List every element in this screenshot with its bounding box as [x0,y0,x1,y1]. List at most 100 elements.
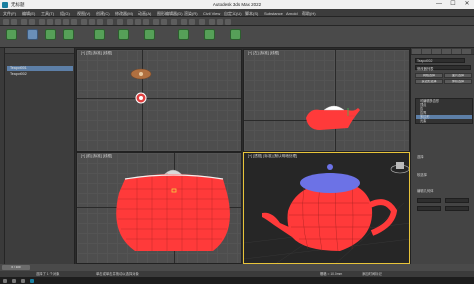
vertex-mode-icon[interactable] [27,29,38,40]
edit-poly-icon[interactable] [6,29,17,40]
setting-field[interactable] [417,198,441,203]
motion-tab[interactable] [442,49,451,54]
viewport-front[interactable]: [+] [前] [标准] [线框] [76,152,242,264]
teapot-perspective-view[interactable] [244,153,410,264]
setting-field[interactable] [417,206,441,211]
selection-status: 选择了 1 个对象 [36,272,60,276]
modify-tab[interactable] [422,49,431,54]
pivot-center-icon[interactable] [117,18,123,25]
menu-tools[interactable]: 工具(T) [41,11,54,17]
menu-civil-view[interactable]: Civil View [203,11,220,16]
menu-bar: 文件(F) 编辑(E) 工具(T) 组(G) 视图(V) 创建(C) 修改器(M… [0,9,474,17]
menu-group[interactable]: 组(G) [60,11,70,17]
menu-modifiers[interactable]: 修改器(M) [115,11,133,17]
layer-explorer-icon[interactable] [171,18,177,25]
modifier-stack: 可编辑多边形 顶点 边 边界 多边形 元素 [415,98,473,124]
redo-icon[interactable] [11,18,17,25]
display-tab[interactable] [452,49,461,54]
move-icon[interactable] [81,18,87,25]
menu-file[interactable]: 文件(F) [3,11,16,17]
menu-help[interactable]: 帮助(H) [302,11,316,17]
render-setup-icon[interactable] [209,18,215,25]
menu-substance[interactable]: Substance [264,11,283,16]
link-icon[interactable] [21,18,27,25]
element-mode-icon[interactable] [118,29,129,40]
menu-arnold[interactable]: Arnold [286,11,298,16]
menu-views[interactable]: 视图(V) [77,11,90,17]
material-editor-icon[interactable] [199,18,205,25]
menu-animation[interactable]: 动画(A) [138,11,151,17]
undo-icon[interactable] [3,18,9,25]
menu-scripting[interactable]: 脚本(S) [245,11,258,17]
percent-snap-icon[interactable] [143,18,149,25]
viewcube-icon[interactable] [390,159,410,175]
object-name: Teapot002 [417,59,433,63]
reference-coordinate-dropdown[interactable] [107,18,113,25]
setting-field[interactable] [445,206,469,211]
border-mode-icon[interactable] [63,29,74,40]
viewport-perspective[interactable]: [+] [透视] [标准] [默认明暗处理] [243,152,410,264]
modifier-list-label: 修改器列表 [417,67,434,71]
rectangle-selection-icon[interactable] [63,18,69,25]
viewport-left[interactable]: [+] [左] [标准] [线框] [243,49,410,152]
minimize-button[interactable]: — [432,0,446,9]
create-tab[interactable] [412,49,421,54]
3dsmax-taskbar-icon[interactable] [30,278,34,283]
scene-item-teapot002[interactable]: Teapot002 [7,72,73,77]
render-frame-icon[interactable] [217,18,223,25]
menu-rendering[interactable]: 渲染(R) [184,11,198,17]
rollout-selection[interactable]: 选择 [417,154,424,159]
scale-icon[interactable] [97,18,103,25]
window-crossing-icon[interactable] [71,18,77,25]
mesh-select-button[interactable]: 网格选择 [415,73,443,78]
edge-mode-icon[interactable] [45,29,56,40]
teapot-front-view[interactable] [77,153,242,264]
start-icon[interactable] [3,278,7,283]
hierarchy-tab[interactable] [432,49,441,54]
setting-field[interactable] [445,198,469,203]
select-by-name-icon[interactable] [55,18,61,25]
search-icon[interactable] [12,278,16,283]
rollout-soft-selection[interactable]: 软选择 [417,172,427,177]
align-icon[interactable] [161,18,167,25]
stack-item[interactable]: 元素 [416,119,472,123]
add-time-tag[interactable]: 添加时间标记 [362,271,382,276]
teapot-top-view[interactable] [77,50,242,152]
window-title: Autodesk 3ds Max 2022 [212,2,262,7]
menu-customize[interactable]: 自定义(U) [224,11,242,17]
taskbar [0,277,474,284]
selection-filter-dropdown[interactable] [39,18,45,25]
render-icon[interactable] [225,18,231,25]
snap-toggle-icon[interactable] [127,18,133,25]
bevel-icon[interactable] [178,29,189,40]
teapot-left-view[interactable] [244,50,410,152]
menu-create[interactable]: 创建(C) [96,11,110,17]
time-slider[interactable]: 0 / 100 [2,265,30,270]
command-panel-tabs [411,48,474,55]
poly-select-button[interactable]: 多边形选择 [415,79,443,84]
utilities-tab[interactable] [462,49,471,54]
angle-snap-icon[interactable] [135,18,141,25]
extrude-icon[interactable] [144,29,155,40]
task-view-icon[interactable] [21,278,25,283]
rollout-edit-geometry[interactable]: 编辑几何体 [417,188,433,193]
close-button[interactable]: ✕ [460,0,474,9]
unlink-icon[interactable] [29,18,35,25]
schematic-view-icon[interactable] [189,18,195,25]
menu-edit[interactable]: 编辑(E) [22,11,35,17]
patch-select-button[interactable]: 面片选择 [444,73,472,78]
inset-icon[interactable] [204,29,215,40]
curve-editor-icon[interactable] [181,18,187,25]
rotate-icon[interactable] [89,18,95,25]
mirror-icon[interactable] [153,18,159,25]
polygon-mode-icon[interactable] [94,29,105,40]
timeline[interactable] [0,264,474,271]
maximize-button[interactable]: ☐ [446,0,460,9]
viewport-top[interactable]: [+] [顶] [标准] [线框] [76,49,242,152]
vol-select-button[interactable]: 体积选择 [444,79,472,84]
scene-item-teapot001[interactable]: Teapot001 [7,66,73,71]
menu-graph-editors[interactable]: 图形编辑器(D) [157,11,183,17]
connect-icon[interactable] [230,29,241,40]
select-object-icon[interactable] [47,18,53,25]
main-toolbar [0,17,474,26]
